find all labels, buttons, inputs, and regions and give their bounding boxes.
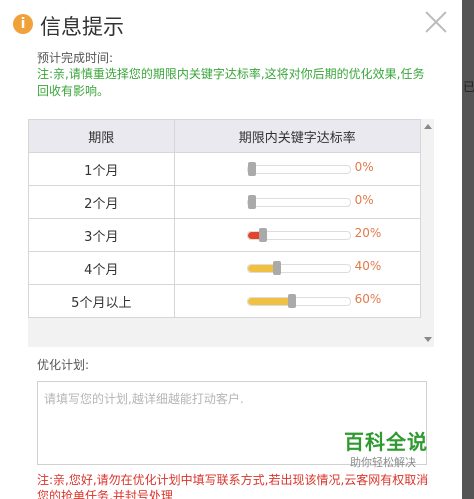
rate-slider-handle[interactable] bbox=[247, 195, 256, 209]
rate-slider-handle[interactable] bbox=[272, 261, 281, 275]
rate-value: 20% bbox=[354, 226, 382, 240]
rate-cell: 0% bbox=[173, 152, 422, 186]
rate-cell: 20% bbox=[173, 218, 422, 252]
rate-value: 0% bbox=[354, 160, 374, 174]
warning-text: 注:亲,您好,请勿在优化计划中填写联系方式,若出现该情况,云客网有权取消您的抢单… bbox=[37, 473, 429, 499]
rate-slider[interactable] bbox=[246, 294, 351, 308]
info-dialog: i 信息提示 预计完成时间: 注:亲,请慎重选择您的期限内关键字达标率,这将对你… bbox=[0, 0, 462, 499]
table-row: 2个月 0% bbox=[28, 185, 422, 219]
rate-slider[interactable] bbox=[246, 261, 351, 275]
rate-slider[interactable] bbox=[246, 195, 351, 209]
rate-table: 期限 期限内关键字达标率 1个月 0% 2个月 0% 3个月 20% 4个月 40% 5个月以上… bbox=[28, 119, 422, 318]
table-row: 3个月 20% bbox=[28, 218, 422, 252]
scroll-up-icon[interactable] bbox=[424, 124, 432, 129]
rate-cell: 0% bbox=[173, 185, 422, 219]
background-page-strip bbox=[460, 0, 474, 499]
watermark-title: 百科全说 bbox=[344, 430, 428, 454]
table-row: 5个月以上 60% bbox=[28, 284, 422, 318]
dialog-title: 信息提示 bbox=[40, 15, 124, 39]
column-header-period: 期限 bbox=[28, 119, 175, 153]
column-header-rate: 期限内关键字达标率 bbox=[173, 119, 422, 153]
rate-slider-handle[interactable] bbox=[287, 294, 296, 308]
watermark-logo: 百科全说 助你轻松解决 bbox=[330, 424, 450, 474]
rate-value: 40% bbox=[354, 259, 382, 273]
table-scrollbar[interactable] bbox=[421, 119, 434, 347]
background-page-text: 已 bbox=[463, 80, 474, 94]
rate-slider-handle[interactable] bbox=[258, 228, 267, 242]
rate-cell: 60% bbox=[173, 284, 422, 318]
table-row: 1个月 0% bbox=[28, 152, 422, 186]
rate-value: 0% bbox=[354, 193, 374, 207]
period-cell: 2个月 bbox=[28, 185, 175, 219]
plan-label: 优化计划: bbox=[37, 358, 90, 372]
table-row: 4个月 40% bbox=[28, 251, 422, 285]
rate-slider-handle[interactable] bbox=[247, 162, 256, 176]
rate-slider-fill bbox=[247, 298, 292, 305]
period-cell: 3个月 bbox=[28, 218, 175, 252]
dialog-title-bar: i 信息提示 bbox=[0, 0, 462, 48]
time-label: 预计完成时间: bbox=[37, 51, 114, 65]
note-text: 注:亲,请慎重选择您的期限内关键字达标率,这将对你后期的优化效果,任务回收有影响… bbox=[37, 67, 425, 98]
period-cell: 4个月 bbox=[28, 251, 175, 285]
rate-value: 60% bbox=[354, 292, 382, 306]
scroll-down-icon[interactable] bbox=[424, 337, 432, 342]
watermark-subtitle: 助你轻松解决 bbox=[350, 456, 416, 469]
period-cell: 5个月以上 bbox=[28, 284, 175, 318]
info-icon: i bbox=[13, 14, 33, 34]
rate-slider[interactable] bbox=[246, 162, 351, 176]
close-icon[interactable] bbox=[424, 10, 448, 34]
rate-table-container: 期限 期限内关键字达标率 1个月 0% 2个月 0% 3个月 20% 4个月 40% 5个月以上… bbox=[28, 119, 434, 347]
period-cell: 1个月 bbox=[28, 152, 175, 186]
rate-cell: 40% bbox=[173, 251, 422, 285]
rate-slider[interactable] bbox=[246, 228, 351, 242]
